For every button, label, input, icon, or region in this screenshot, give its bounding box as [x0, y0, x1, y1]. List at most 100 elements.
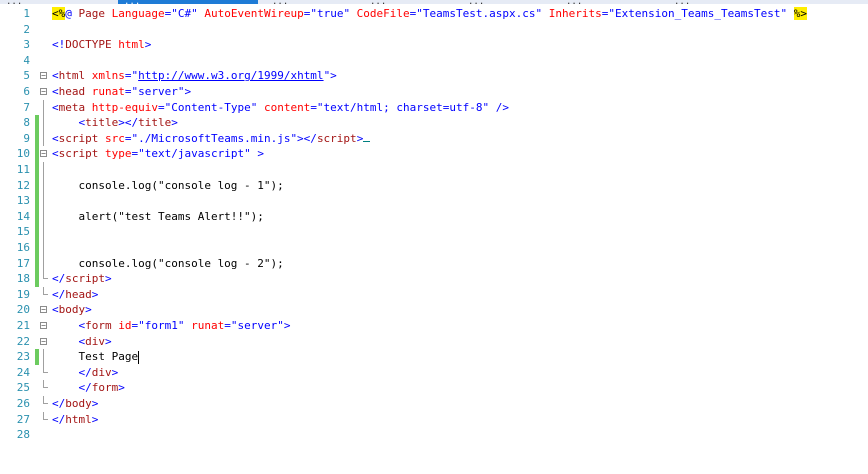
- code-line[interactable]: 21 − <form id="form1" runat="server">: [0, 318, 868, 334]
- code-line[interactable]: 15: [0, 224, 868, 240]
- line-number: 27: [16, 412, 30, 426]
- code-line[interactable]: 24 </div>: [0, 364, 868, 381]
- code-line[interactable]: 17 console.log("console log - 2");: [0, 255, 868, 272]
- fold-end-guide: [43, 411, 48, 420]
- code-line[interactable]: 8 <title></title>: [0, 115, 868, 131]
- code-text: <script src="./MicrosoftTeams.min.js"></…: [52, 131, 371, 147]
- code-line[interactable]: 13: [0, 193, 868, 209]
- fold-guide: [43, 130, 44, 147]
- code-text: <%@ Page Language="C#" AutoEventWireup="…: [52, 6, 808, 22]
- code-token: html: [111, 38, 145, 52]
- code-line[interactable]: 1 <%@ Page Language="C#" AutoEventWireup=…: [0, 6, 868, 22]
- code-token: meta: [58, 100, 86, 114]
- fold-guide: [43, 177, 44, 194]
- code-token: </: [52, 287, 66, 301]
- collapse-icon[interactable]: −: [40, 306, 47, 314]
- code-text: <meta http-equiv="Content-Type" content=…: [52, 100, 509, 116]
- code-line[interactable]: 22 − <div>: [0, 334, 868, 350]
- code-token: head: [65, 287, 92, 301]
- code-text: console.log("console log - 2");: [52, 256, 283, 272]
- code-token: alert("test Teams Alert!!");: [52, 209, 264, 223]
- code-line[interactable]: 3 <!DOCTYPE html>: [0, 37, 868, 53]
- line-number: 15: [16, 225, 30, 239]
- change-indicator: [35, 240, 39, 256]
- code-line[interactable]: 23 Test Page: [0, 349, 868, 365]
- line-number: 26: [16, 397, 30, 410]
- code-text: </head>: [52, 287, 98, 303]
- code-line[interactable]: 6 − <head runat="server">: [0, 84, 868, 100]
- code-token: =": [124, 69, 139, 83]
- code-token: ="true": [303, 7, 351, 20]
- line-number: 25: [16, 381, 30, 395]
- code-line[interactable]: 4: [0, 53, 868, 69]
- code-token: type: [98, 147, 132, 161]
- fold-end-guide: [43, 271, 48, 280]
- change-indicator: [35, 208, 39, 225]
- code-token: ="server">: [124, 85, 192, 98]
- code-token: </: [52, 272, 66, 286]
- collapse-icon[interactable]: −: [40, 88, 47, 96]
- code-text: <script type="text/javascript" >: [52, 146, 264, 162]
- code-token: runat: [85, 85, 125, 98]
- line-number: 24: [16, 365, 30, 379]
- code-line[interactable]: 7 <meta http-equiv="Content-Type" content…: [0, 99, 868, 116]
- code-token: <: [52, 100, 59, 114]
- code-token: form: [85, 319, 112, 332]
- code-line[interactable]: 28: [0, 427, 868, 443]
- code-line[interactable]: 20 − <body>: [0, 302, 868, 318]
- collapse-icon[interactable]: −: [40, 150, 47, 158]
- code-line[interactable]: 25 </form>: [0, 380, 868, 396]
- code-line[interactable]: 10 − <script type="text/javascript" >: [0, 146, 868, 162]
- code-token: body: [65, 397, 92, 410]
- line-number: 11: [16, 163, 30, 176]
- code-token: script: [58, 131, 99, 145]
- code-token: </: [52, 381, 92, 395]
- code-token: >: [105, 272, 112, 286]
- code-line[interactable]: 18 </script>: [0, 271, 868, 287]
- code-token: script: [58, 147, 99, 161]
- line-number: 8: [23, 116, 30, 130]
- code-line[interactable]: 9 <script src="./MicrosoftTeams.min.js"><…: [0, 130, 868, 147]
- code-text: </body>: [52, 396, 98, 412]
- code-line[interactable]: 2: [0, 22, 868, 38]
- code-token: >: [105, 334, 112, 348]
- fold-end-guide: [43, 286, 48, 295]
- change-indicator: [35, 271, 39, 287]
- code-token: body: [58, 303, 86, 317]
- code-token: ="Extension_Teams_TeamsTest": [601, 7, 794, 20]
- code-editor[interactable]: 1 <%@ Page Language="C#" AutoEventWireup=…: [0, 4, 868, 474]
- change-indicator: [35, 162, 39, 178]
- line-number: 7: [23, 100, 30, 114]
- code-line[interactable]: 5 − <html xmlns="http://www.w3.org/1999/xh…: [0, 68, 868, 84]
- collapse-icon[interactable]: −: [40, 337, 47, 345]
- line-number: 9: [23, 131, 30, 145]
- collapse-icon[interactable]: −: [40, 72, 47, 80]
- code-line[interactable]: 19 </head>: [0, 286, 868, 303]
- code-text: <div>: [52, 334, 112, 350]
- code-token: script: [316, 131, 357, 145]
- collapse-icon[interactable]: −: [40, 322, 47, 330]
- line-number: 1: [23, 7, 30, 20]
- code-line[interactable]: 11: [0, 162, 868, 178]
- code-token: <: [52, 334, 86, 348]
- fold-guide: [43, 162, 44, 178]
- line-number: 13: [16, 194, 30, 208]
- code-token: ="server">: [224, 319, 291, 332]
- code-line[interactable]: 27 </html>: [0, 411, 868, 428]
- code-token: CodeFile: [350, 7, 410, 20]
- code-token: <: [52, 303, 59, 317]
- code-token: AutoEventWireup: [197, 7, 304, 20]
- code-token: @: [65, 7, 79, 20]
- line-number: 16: [16, 241, 30, 254]
- code-line[interactable]: 26 </body>: [0, 396, 868, 412]
- fold-end-guide: [43, 380, 48, 389]
- code-token: div: [85, 334, 105, 348]
- code-token: >: [144, 38, 152, 52]
- code-line[interactable]: 16: [0, 240, 868, 256]
- code-token: <: [52, 116, 86, 130]
- line-number: 5: [23, 69, 30, 83]
- code-line[interactable]: 12 console.log("console log - 1");: [0, 177, 868, 194]
- code-token: </: [52, 397, 66, 410]
- code-line[interactable]: 14 alert("test Teams Alert!!");: [0, 208, 868, 225]
- fold-guide: [43, 99, 44, 116]
